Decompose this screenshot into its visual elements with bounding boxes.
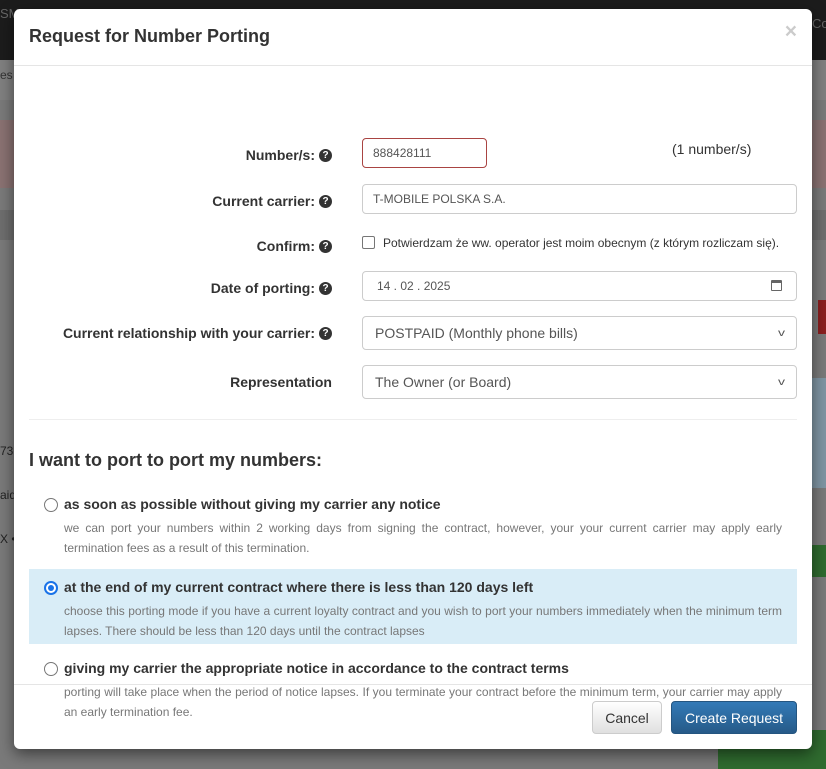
help-icon[interactable]: ? bbox=[319, 281, 332, 295]
numbers-label-text: Number/s: bbox=[245, 147, 315, 163]
option-title: at the end of my current contract where … bbox=[64, 579, 534, 595]
confirm-label-text: Confirm: bbox=[256, 238, 315, 254]
relationship-label: Current relationship with your carrier: … bbox=[63, 325, 332, 341]
background-text: Co bbox=[812, 16, 826, 31]
confirm-checkbox[interactable] bbox=[362, 236, 375, 250]
relationship-selected: POSTPAID (Monthly phone bills) bbox=[375, 325, 578, 341]
radio-asap[interactable] bbox=[44, 498, 58, 512]
chevron-down-icon: v bbox=[778, 327, 785, 339]
modal-footer: Cancel Create Request bbox=[14, 684, 812, 749]
option-description: we can port your numbers within 2 workin… bbox=[64, 521, 782, 555]
port-section-title: I want to port to port my numbers: bbox=[29, 450, 322, 470]
port-option-asap[interactable]: as soon as possible without giving my ca… bbox=[29, 486, 797, 566]
modal-title: Request for Number Porting bbox=[29, 26, 271, 46]
option-title: giving my carrier the appropriate notice… bbox=[64, 660, 569, 676]
confirm-label: Confirm: ? bbox=[257, 238, 332, 254]
help-icon[interactable]: ? bbox=[319, 326, 332, 340]
divider bbox=[29, 419, 797, 420]
date-input[interactable]: 14 . 02 . 2025 bbox=[362, 271, 797, 301]
calendar-icon[interactable] bbox=[771, 280, 782, 291]
help-icon[interactable]: ? bbox=[319, 194, 332, 208]
numbers-count: (1 number/s) bbox=[672, 141, 752, 157]
confirm-text: Potwierdzam że ww. operator jest moim ob… bbox=[383, 236, 780, 250]
carrier-label: Current carrier: ? bbox=[212, 193, 332, 209]
cancel-button[interactable]: Cancel bbox=[592, 701, 662, 734]
port-option-end-of-contract[interactable]: at the end of my current contract where … bbox=[29, 569, 797, 644]
create-request-button[interactable]: Create Request bbox=[671, 701, 797, 734]
option-title: as soon as possible without giving my ca… bbox=[64, 496, 441, 512]
date-label: Date of porting: ? bbox=[211, 280, 332, 296]
representation-selected: The Owner (or Board) bbox=[375, 374, 512, 390]
confirm-checkbox-group: Potwierdzam że ww. operator jest moim ob… bbox=[362, 234, 779, 252]
modal-header: Request for Number Porting × bbox=[14, 9, 812, 66]
carrier-input[interactable]: T-MOBILE POLSKA S.A. bbox=[362, 184, 797, 214]
radio-notice[interactable] bbox=[44, 662, 58, 676]
radio-end-of-contract[interactable] bbox=[44, 581, 58, 595]
carrier-label-text: Current carrier: bbox=[212, 193, 315, 209]
relationship-label-text: Current relationship with your carrier: bbox=[62, 325, 315, 341]
background-red-button bbox=[818, 300, 826, 334]
representation-select[interactable]: The Owner (or Board) v bbox=[362, 365, 797, 399]
chevron-down-icon: v bbox=[778, 376, 785, 388]
date-value: 14 . 02 . 2025 bbox=[377, 279, 451, 293]
background-text: es bbox=[0, 68, 13, 82]
help-icon[interactable]: ? bbox=[319, 239, 332, 253]
numbers-input[interactable]: 888428111 bbox=[362, 138, 487, 168]
option-description: choose this porting mode if you have a c… bbox=[64, 604, 782, 638]
help-icon[interactable]: ? bbox=[319, 148, 332, 162]
close-button[interactable]: × bbox=[785, 21, 797, 42]
numbers-label: Number/s: ? bbox=[246, 147, 332, 163]
date-label-text: Date of porting: bbox=[210, 280, 315, 296]
representation-label: Representation bbox=[230, 374, 332, 390]
relationship-select[interactable]: POSTPAID (Monthly phone bills) v bbox=[362, 316, 797, 350]
porting-modal: Request for Number Porting × Number/s: ?… bbox=[14, 9, 812, 749]
